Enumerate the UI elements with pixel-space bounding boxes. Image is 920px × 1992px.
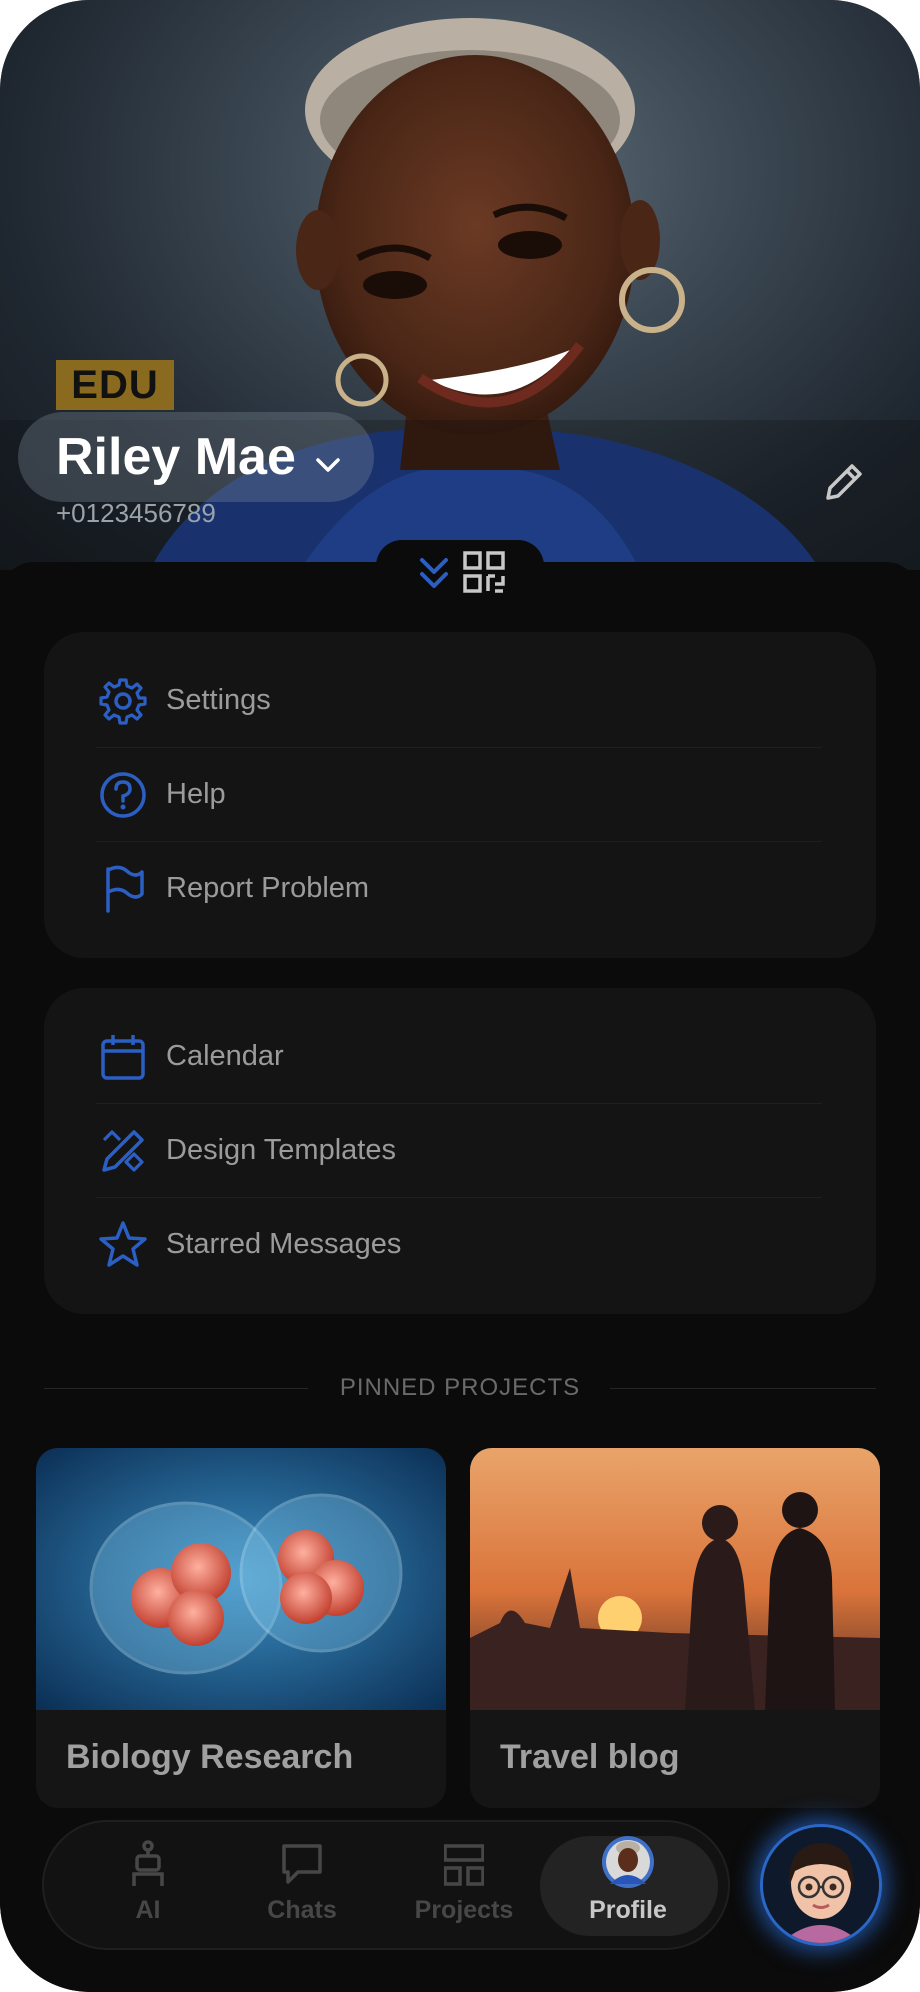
- sheet-handle[interactable]: [376, 540, 544, 610]
- menu-item-calendar[interactable]: Calendar: [98, 1010, 824, 1104]
- menu-item-label: Design Templates: [166, 1134, 396, 1166]
- gear-icon: [99, 678, 147, 725]
- project-title: Biology Research: [66, 1738, 354, 1776]
- menu-item-label: Report Problem: [166, 872, 370, 904]
- nav-item-projects[interactable]: Projects: [384, 1838, 544, 1934]
- robot-icon: [132, 1840, 164, 1886]
- design-pencil-icon: [102, 1130, 144, 1172]
- qr-code-icon[interactable]: [462, 550, 506, 594]
- profile-name[interactable]: Riley Mae: [56, 424, 296, 490]
- flag-icon: [106, 865, 144, 913]
- project-image-cells: [36, 1448, 446, 1710]
- menu-card-primary: Settings Help Report Problem: [44, 632, 876, 958]
- nav-label: Projects: [414, 1896, 514, 1924]
- assistant-avatar: [763, 1827, 879, 1943]
- projects-grid-icon: [444, 1844, 484, 1886]
- bottom-navigation: AI Chats Projects Profile: [42, 1820, 730, 1950]
- star-icon: [99, 1221, 147, 1267]
- project-title: Travel blog: [500, 1738, 680, 1776]
- nav-item-profile[interactable]: Profile: [548, 1836, 708, 1934]
- menu-card-secondary: Calendar Design Templates Starred Messag…: [44, 988, 876, 1314]
- project-card-travel[interactable]: Travel blog: [470, 1448, 880, 1808]
- menu-item-design-templates[interactable]: Design Templates: [98, 1104, 824, 1198]
- menu-item-label: Settings: [166, 684, 271, 716]
- project-card-biology[interactable]: Biology Research: [36, 1448, 446, 1808]
- nav-label: Chats: [267, 1896, 337, 1924]
- menu-item-report-problem[interactable]: Report Problem: [98, 842, 824, 936]
- chat-bubble-icon: [282, 1844, 322, 1884]
- pinned-projects-title: PINNED PROJECTS: [339, 1374, 581, 1401]
- menu-item-settings[interactable]: Settings: [98, 654, 824, 748]
- nav-item-chats[interactable]: Chats: [222, 1838, 382, 1934]
- edu-badge: EDU: [56, 360, 174, 410]
- calendar-icon: [101, 1035, 145, 1080]
- nav-label: Profile: [589, 1896, 667, 1924]
- menu-item-label: Calendar: [166, 1040, 284, 1072]
- project-image-sunset: [470, 1448, 880, 1710]
- avatar-icon: [602, 1836, 654, 1888]
- menu-item-label: Starred Messages: [166, 1228, 402, 1260]
- nav-item-ai[interactable]: AI: [68, 1838, 228, 1934]
- profile-screen: EDU Riley Mae +0123456789 Settings Help …: [0, 0, 920, 1992]
- ai-assistant-button[interactable]: [760, 1824, 882, 1946]
- profile-phone: +0123456789: [56, 498, 216, 528]
- chevron-down-icon[interactable]: [312, 448, 344, 480]
- menu-item-help[interactable]: Help: [98, 748, 824, 842]
- help-circle-icon: [100, 772, 146, 818]
- nav-label: AI: [135, 1896, 161, 1924]
- menu-item-label: Help: [166, 778, 226, 810]
- double-chevron-down-icon[interactable]: [414, 552, 454, 594]
- edit-pencil-icon[interactable]: [818, 458, 868, 508]
- profile-header: EDU Riley Mae +0123456789: [0, 0, 920, 570]
- menu-item-starred-messages[interactable]: Starred Messages: [98, 1198, 824, 1292]
